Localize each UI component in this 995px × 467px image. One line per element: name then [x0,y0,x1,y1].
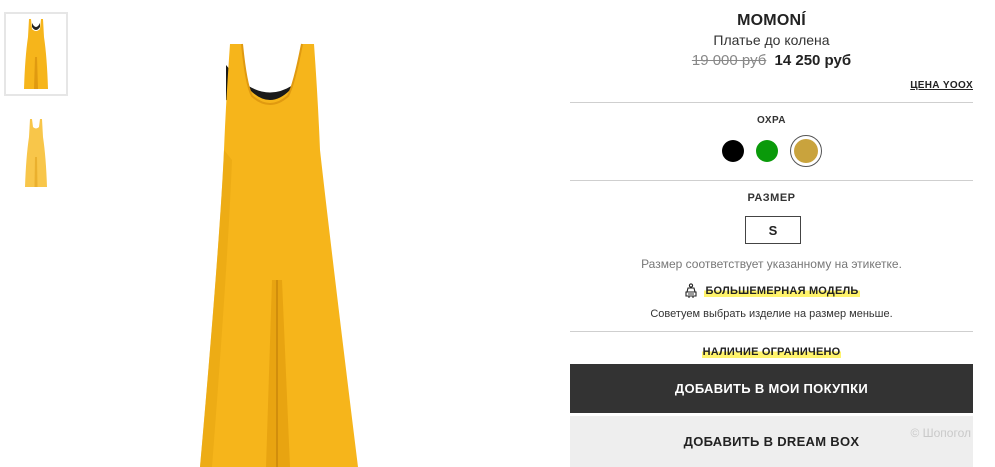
swatch-green[interactable] [755,140,778,162]
thumbnail-back[interactable] [4,108,68,200]
product-main-image[interactable] [190,40,370,467]
availability-text: НАЛИЧИЕ ОГРАНИЧЕНО [701,346,842,358]
color-label: ОХРА [756,115,787,126]
price-new: 14 250 руб [774,52,852,69]
dress-thumbnail-back-image [25,119,47,187]
yoox-price-link[interactable]: ЦЕНА YOOX [910,80,973,91]
divider [570,331,973,332]
price-old: 19 000 руб [691,52,767,69]
price-line: 19 000 руб 14 250 руб [570,52,973,69]
size-note: Размер соответствует указанному на этике… [641,257,902,271]
swatch-ochre-selected[interactable] [789,135,822,167]
dress-form-icon [685,283,698,298]
add-to-cart-button[interactable]: ДОБАВИТЬ В МОИ ПОКУПКИ [570,364,973,413]
product-name: Платье до колена [713,32,830,48]
watermark: © Шопогол [910,426,971,440]
fit-note: Советуем выбрать изделие на размер меньш… [650,308,893,320]
thumbnail-front[interactable] [4,12,68,96]
add-to-dream-box-button[interactable]: ДОБАВИТЬ В DREAM BOX [570,416,973,467]
divider [570,102,973,103]
availability-notice: НАЛИЧИЕ ОГРАНИЧЕНО [570,342,973,360]
fit-title: БОЛЬШЕМЕРНАЯ МОДЕЛЬ [704,285,860,297]
size-label: РАЗМЕР [747,192,796,204]
swatch-black[interactable] [721,140,744,162]
color-swatches [570,135,973,167]
dress-image [200,43,358,467]
brand-name: MOMONÍ [737,12,806,29]
size-option-s[interactable]: S [745,216,801,244]
swatch-ochre [793,139,818,163]
dress-thumbnail-image [24,19,48,89]
fit-info: БОЛЬШЕМЕРНАЯ МОДЕЛЬ [570,283,973,299]
divider [570,180,973,181]
